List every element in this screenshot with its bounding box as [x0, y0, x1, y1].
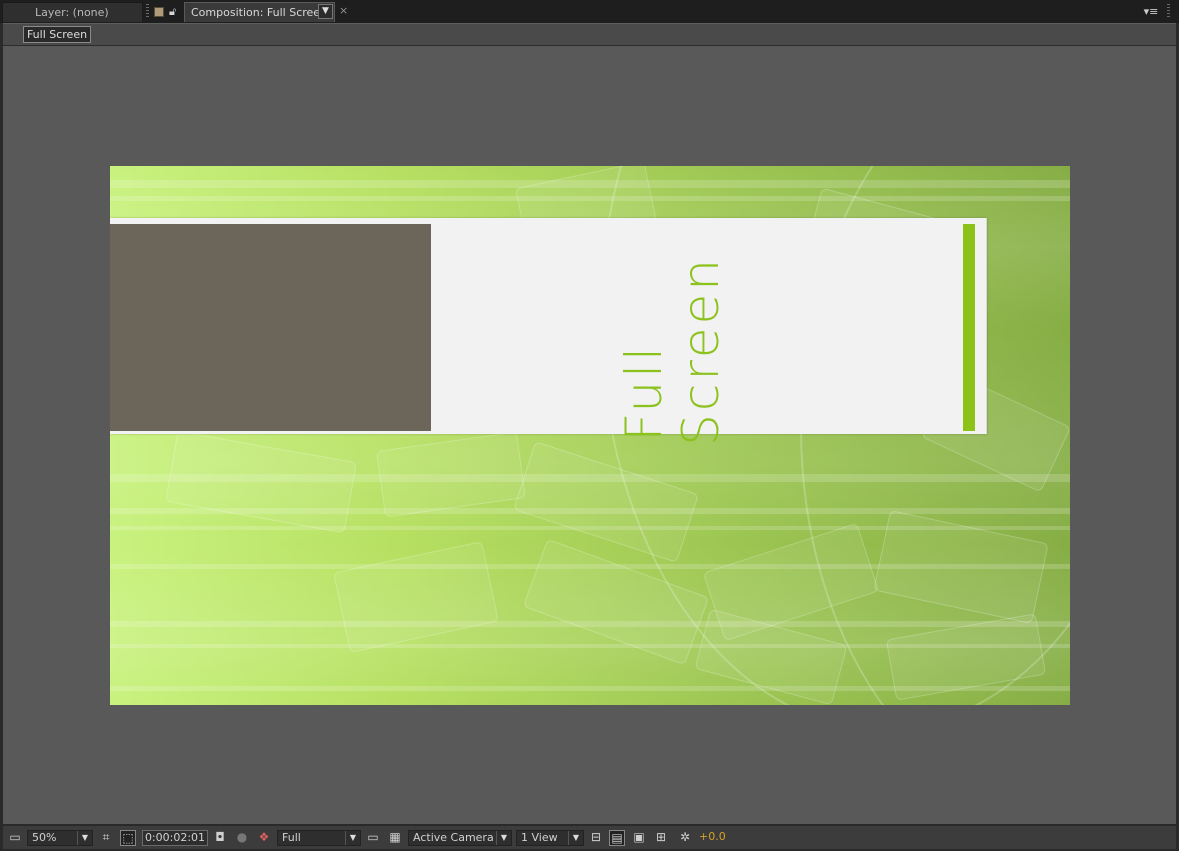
comp-color-swatch	[154, 7, 164, 17]
panel-menu-icon[interactable]: ▾≡	[1143, 5, 1159, 18]
image-placeholder[interactable]	[110, 224, 431, 431]
magnification-value: 50%	[32, 831, 57, 844]
accent-bar[interactable]	[963, 224, 975, 431]
chevron-down-icon: ▼	[345, 831, 360, 845]
toggle-pixel-aspect-icon[interactable]: ⊟	[588, 830, 604, 846]
headline-line-1[interactable]: Full	[615, 344, 673, 442]
composition-name-button[interactable]: Full Screen	[23, 26, 91, 43]
composition-navigator-bar: Full Screen	[3, 23, 1176, 46]
camera-view-value: Active Camera	[413, 831, 494, 844]
composition-dropdown-button[interactable]: ▼	[318, 4, 333, 19]
tab-layer-label: Layer: (none)	[35, 6, 109, 19]
magnification-select[interactable]: 50% ▼	[27, 830, 93, 846]
region-of-interest-icon[interactable]: ⬚	[120, 830, 136, 846]
chevron-down-icon: ▼	[496, 831, 511, 845]
always-preview-icon[interactable]: ▭	[7, 830, 23, 846]
flowchart-icon[interactable]: ⊞	[653, 830, 669, 846]
lock-icon[interactable]: 🔓︎	[169, 5, 181, 18]
title-panel[interactable]: Full Screen	[110, 218, 987, 446]
viewer-bottom-toolbar: ▭ 50% ▼ ⌗ ⬚ 0:00:02:01 ◘ ● ❖ Full ▼ ▭ ▦ …	[3, 825, 1176, 849]
rgb-channels-icon[interactable]: ❖	[256, 830, 272, 846]
chevron-down-icon: ▼	[322, 6, 329, 16]
close-tab-button[interactable]: ×	[339, 4, 348, 18]
current-time-field[interactable]: 0:00:02:01	[142, 830, 208, 846]
resolution-value: Full	[282, 831, 301, 844]
show-snapshot-icon[interactable]: ●	[234, 830, 250, 846]
tab-layer[interactable]: Layer: (none)	[2, 2, 143, 22]
resolution-select[interactable]: Full ▼	[277, 830, 361, 846]
composition-frame[interactable]: Full Screen	[110, 166, 1070, 705]
fast-previews-icon[interactable]: ▤	[609, 830, 625, 846]
reset-exposure-icon[interactable]: ✲	[677, 830, 693, 846]
exposure-value[interactable]: +0.0	[699, 830, 729, 846]
view-layout-select[interactable]: 1 View ▼	[516, 830, 584, 846]
panel-tab-bar: Layer: (none) 🔓︎ Composition: Full Scree…	[0, 0, 1179, 23]
after-effects-composition-panel: Layer: (none) 🔓︎ Composition: Full Scree…	[0, 0, 1179, 851]
composition-viewer[interactable]: Full Screen	[3, 46, 1176, 824]
timeline-icon[interactable]: ▣	[631, 830, 647, 846]
chevron-down-icon: ▼	[77, 831, 92, 845]
camera-view-select[interactable]: Active Camera ▼	[408, 830, 512, 846]
camera-snapshot-icon[interactable]: ◘	[212, 830, 228, 846]
view-layout-value: 1 View	[521, 831, 558, 844]
target-region-icon[interactable]: ▭	[365, 830, 381, 846]
tab-composition[interactable]: Composition: Full Screen	[184, 2, 335, 22]
transparency-grid-icon[interactable]: ▦	[387, 830, 403, 846]
tab-grip-icon[interactable]	[146, 4, 149, 18]
chevron-down-icon: ▼	[568, 831, 583, 845]
grid-guides-icon[interactable]: ⌗	[98, 830, 114, 846]
tab-composition-label: Composition: Full Screen	[191, 6, 328, 19]
headline-line-2[interactable]: Screen	[672, 256, 730, 446]
panel-grip-icon[interactable]	[1167, 4, 1170, 18]
